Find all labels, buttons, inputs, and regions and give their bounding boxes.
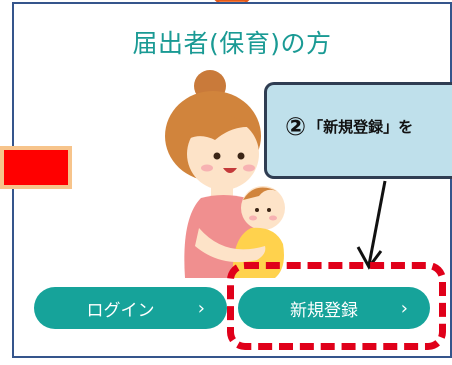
red-highlight-box	[0, 146, 72, 189]
step-number: ②	[285, 112, 307, 141]
callout-box: ② 「新規登録」を	[264, 82, 452, 179]
register-highlight-dashed-box	[227, 262, 446, 350]
callout-text: ② 「新規登録」を	[285, 112, 413, 141]
login-button-label: ログイン	[86, 300, 155, 321]
chevron-right-icon: ›	[197, 297, 205, 319]
login-button[interactable]: ログイン ›	[34, 287, 227, 329]
callout-instruction: 「新規登録」を	[308, 118, 414, 136]
page-title: 届出者(保育)の方	[132, 29, 332, 58]
pointer-arrow-icon	[356, 180, 387, 270]
